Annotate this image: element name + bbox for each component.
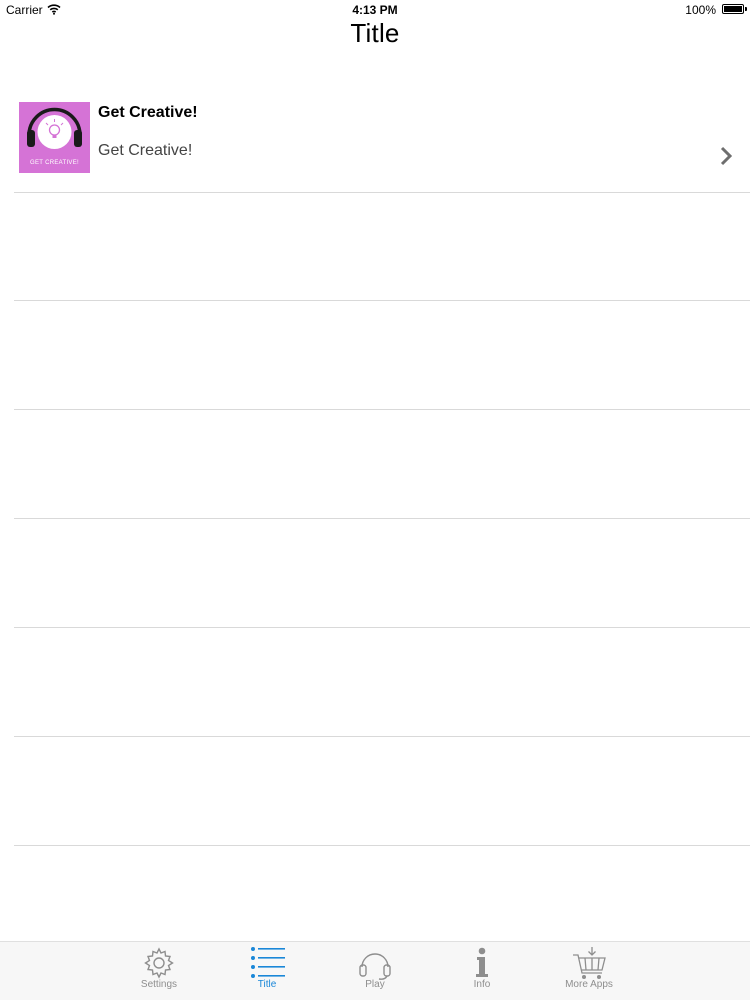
thumbnail-caption: GET CREATIVE! xyxy=(29,160,80,166)
tab-play[interactable]: Play xyxy=(340,942,410,1000)
tab-more-apps[interactable]: More Apps xyxy=(554,942,624,1000)
tab-label: Settings xyxy=(140,979,178,990)
empty-row xyxy=(14,192,750,301)
empty-row xyxy=(14,628,750,737)
tab-bar: Settings Title Play Info More Apps xyxy=(0,941,750,1000)
empty-row xyxy=(14,301,750,410)
tab-label: More Apps xyxy=(565,979,613,990)
tab-info[interactable]: Info xyxy=(447,942,517,1000)
empty-row xyxy=(14,410,750,519)
list-item-title: Get Creative! xyxy=(98,104,198,121)
status-bar: Carrier 4:13 PM 100% xyxy=(0,0,750,20)
tab-label: Play xyxy=(365,979,385,990)
list-icon xyxy=(251,947,285,978)
episode-list: GET CREATIVE! Get Creative! Get Creative… xyxy=(0,82,750,846)
page-title: Title xyxy=(350,18,400,48)
clock: 4:13 PM xyxy=(352,3,398,17)
cart-icon xyxy=(573,947,606,979)
thumbnail-image: GET CREATIVE! xyxy=(19,102,90,173)
info-icon xyxy=(476,947,488,977)
headphones-icon xyxy=(359,953,391,980)
empty-row xyxy=(14,737,750,846)
list-item-subtitle: Get Creative! xyxy=(98,142,193,159)
gear-icon xyxy=(144,947,174,979)
battery-percentage: 100% xyxy=(685,3,716,17)
chevron-right-icon xyxy=(720,146,732,166)
list-item[interactable]: GET CREATIVE! Get Creative! Get Creative… xyxy=(0,82,750,193)
battery-icon xyxy=(722,4,747,14)
tab-label: Title xyxy=(257,979,277,990)
empty-row xyxy=(14,519,750,628)
tab-title[interactable]: Title xyxy=(232,942,302,1000)
tab-settings[interactable]: Settings xyxy=(124,942,194,1000)
tab-label: Info xyxy=(473,979,491,990)
